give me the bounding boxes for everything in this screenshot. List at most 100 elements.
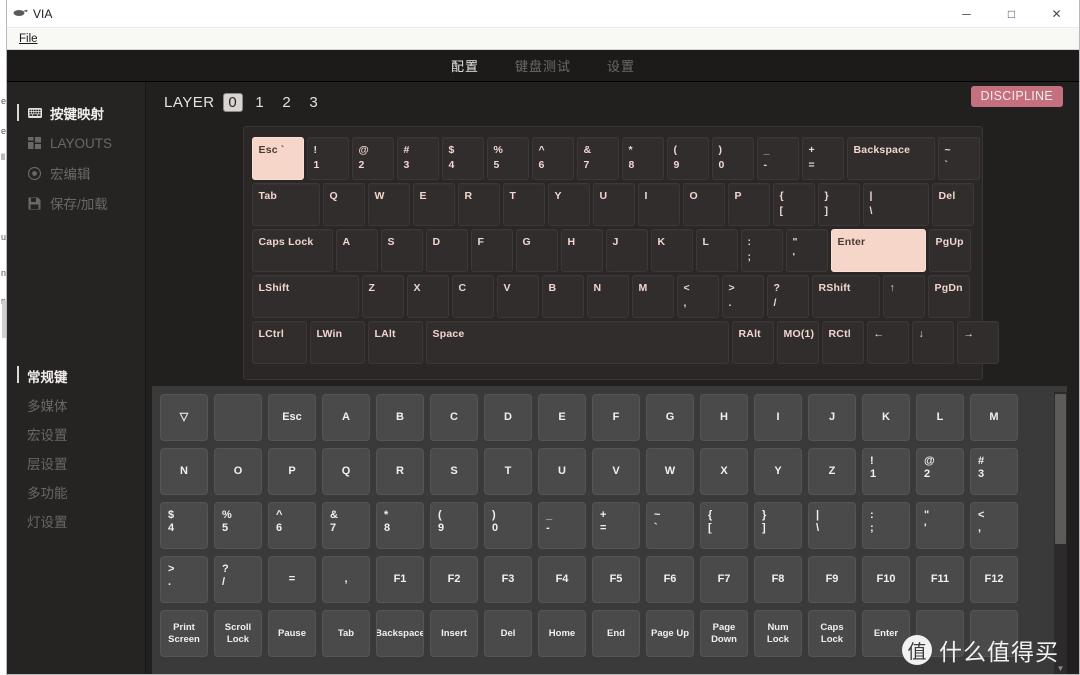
keycap[interactable]: LCtrl <box>251 321 307 364</box>
key-picker-key[interactable]: B <box>376 394 424 441</box>
key-picker-key[interactable]: F <box>592 394 640 441</box>
key-picker-key[interactable]: O <box>214 448 262 495</box>
keycap[interactable]: * 8 <box>621 137 664 180</box>
keycap[interactable]: | \ <box>862 183 929 226</box>
keycap[interactable]: K <box>650 229 693 272</box>
key-picker-key[interactable]: , <box>322 556 370 603</box>
key-picker-key[interactable]: T <box>484 448 532 495</box>
sidebar-item-macro-editor[interactable]: 宏编辑 <box>19 158 145 188</box>
key-picker-key[interactable]: Home <box>538 610 586 657</box>
keycap[interactable]: + = <box>801 137 844 180</box>
keycap[interactable]: # 3 <box>396 137 439 180</box>
key-picker-key[interactable]: Y <box>754 448 802 495</box>
key-picker-key[interactable]: Num Lock <box>754 610 802 657</box>
key-picker-key[interactable]: < , <box>970 502 1018 549</box>
key-picker-key[interactable]: F11 <box>916 556 964 603</box>
picker-scrollbar[interactable]: ▼ <box>1054 392 1067 674</box>
key-picker-key[interactable]: J <box>808 394 856 441</box>
tab-settings[interactable]: 设置 <box>607 56 635 75</box>
menu-file[interactable]: File <box>15 32 42 46</box>
key-picker-key[interactable]: ? / <box>214 556 262 603</box>
key-picker-key[interactable]: Q <box>322 448 370 495</box>
keycap[interactable]: Tab <box>251 183 320 226</box>
keycap[interactable]: L <box>695 229 738 272</box>
keycap[interactable]: Q <box>322 183 365 226</box>
maximize-button[interactable]: □ <box>989 0 1034 28</box>
keycap[interactable]: @ 2 <box>351 137 394 180</box>
keyboard-layout[interactable]: Esc ` ! 1 @ 2 # 3 $ 4 % 5 ^ 6 & 7 * 8 ( 9) 0 _ - + … <box>242 126 999 380</box>
sidebar-item-media[interactable]: 多媒体 <box>19 390 145 419</box>
sidebar-item-macro[interactable]: 宏设置 <box>19 419 145 448</box>
key-picker-key[interactable]: F6 <box>646 556 694 603</box>
sidebar-item-save-load[interactable]: 保存/加载 <box>19 188 145 218</box>
key-picker-key[interactable]: : ; <box>862 502 910 549</box>
key-picker-key[interactable]: F4 <box>538 556 586 603</box>
keycap[interactable]: MO(1) <box>776 321 819 364</box>
keycap[interactable]: PgDn <box>927 275 970 318</box>
key-picker-key[interactable]: End <box>592 610 640 657</box>
key-picker-key[interactable]: " ' <box>916 502 964 549</box>
keycap[interactable]: R <box>457 183 500 226</box>
keycap[interactable]: D <box>425 229 468 272</box>
key-picker-key[interactable]: ) 0 <box>484 502 532 549</box>
layer-button-3[interactable]: 3 <box>305 94 323 111</box>
key-picker-key[interactable]: $ 4 <box>160 502 208 549</box>
keycap[interactable]: P <box>727 183 770 226</box>
key-picker-key[interactable]: @ 2 <box>916 448 964 495</box>
keycap[interactable]: Esc ` <box>251 137 304 180</box>
keycap[interactable]: H <box>560 229 603 272</box>
sidebar-item-basic-keys[interactable]: 常规键 <box>17 361 145 390</box>
keycap[interactable]: Z <box>361 275 404 318</box>
key-picker-key[interactable]: N <box>160 448 208 495</box>
keycap[interactable]: > . <box>721 275 764 318</box>
key-picker-key[interactable] <box>916 610 964 657</box>
keycap[interactable]: Del <box>931 183 974 226</box>
key-picker-key[interactable]: F10 <box>862 556 910 603</box>
keycap[interactable]: O <box>682 183 725 226</box>
key-picker-key[interactable]: S <box>430 448 478 495</box>
key-picker-key[interactable]: A <box>322 394 370 441</box>
key-picker-key[interactable]: % 5 <box>214 502 262 549</box>
keycap[interactable]: F <box>470 229 513 272</box>
key-picker-key[interactable]: Backspace <box>376 610 424 657</box>
layer-button-1[interactable]: 1 <box>251 94 269 111</box>
keycap[interactable]: ) 0 <box>711 137 754 180</box>
key-picker-key[interactable]: { [ <box>700 502 748 549</box>
sidebar-item-layouts[interactable]: LAYOUTS <box>19 128 145 158</box>
key-picker-key[interactable]: L <box>916 394 964 441</box>
keycap[interactable]: N <box>586 275 629 318</box>
key-picker-key[interactable] <box>214 394 262 441</box>
key-picker-key[interactable]: Pause <box>268 610 316 657</box>
key-picker-key[interactable]: Del <box>484 610 532 657</box>
keycap[interactable]: G <box>515 229 558 272</box>
keycap[interactable]: ← <box>866 321 909 364</box>
key-picker-key[interactable]: V <box>592 448 640 495</box>
key-picker-key[interactable]: F3 <box>484 556 532 603</box>
key-picker-key[interactable]: I <box>754 394 802 441</box>
keycap[interactable]: LAlt <box>367 321 423 364</box>
key-picker-key[interactable]: E <box>538 394 586 441</box>
keycap[interactable]: Caps Lock <box>251 229 333 272</box>
key-picker-key[interactable]: F12 <box>970 556 1018 603</box>
key-picker-key[interactable]: } ] <box>754 502 802 549</box>
key-picker-key[interactable]: ^ 6 <box>268 502 316 549</box>
key-picker-key[interactable]: D <box>484 394 532 441</box>
keycap[interactable]: C <box>451 275 494 318</box>
keycap[interactable]: LWin <box>309 321 365 364</box>
keycap[interactable]: ↓ <box>911 321 954 364</box>
layer-button-0[interactable]: 0 <box>223 93 242 111</box>
key-picker-key[interactable]: Page Down <box>700 610 748 657</box>
keycap[interactable]: ! 1 <box>306 137 349 180</box>
sidebar-item-layers[interactable]: 层设置 <box>19 448 145 477</box>
scroll-down-arrow[interactable]: ▼ <box>1054 664 1067 673</box>
key-picker-key[interactable]: & 7 <box>322 502 370 549</box>
key-picker-key[interactable]: ~ ` <box>646 502 694 549</box>
key-picker-key[interactable]: M <box>970 394 1018 441</box>
tab-configure[interactable]: 配置 <box>451 56 479 75</box>
keycap[interactable]: PgUp <box>928 229 971 272</box>
keycap[interactable]: Backspace <box>846 137 935 180</box>
key-picker-key[interactable]: Esc <box>268 394 316 441</box>
keycap[interactable]: ~ ` <box>937 137 980 180</box>
key-picker-key[interactable]: F9 <box>808 556 856 603</box>
key-picker-key[interactable]: X <box>700 448 748 495</box>
